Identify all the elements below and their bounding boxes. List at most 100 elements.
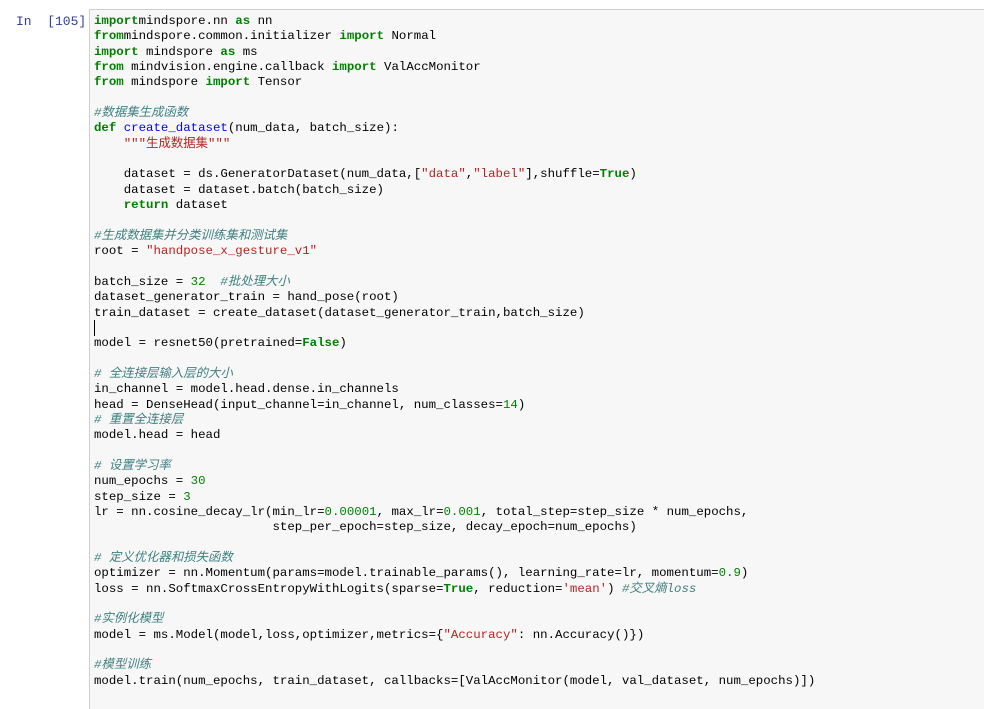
code-token: dataset_generator_train = hand_pose(root… — [94, 290, 399, 305]
code-token: Normal — [384, 29, 437, 44]
code-token: nn — [250, 14, 273, 28]
code-token: 14 — [502, 397, 518, 412]
code-token: # 定义优化器和损失函数 — [94, 551, 233, 566]
code-token: ) — [740, 566, 749, 581]
code-token: mindvision.engine.callback — [123, 60, 332, 75]
code-line: ​ — [94, 352, 815, 367]
code-line: """生成数据集""" — [94, 137, 815, 152]
code-editor[interactable]: importmindspore.nn as nn frommindspore.co… — [94, 14, 815, 689]
code-line: dataset = ds.GeneratorDataset(num_data,[… — [94, 167, 815, 182]
code-token: import — [94, 44, 139, 59]
code-token: # 设置学习率 — [94, 458, 171, 473]
code-token: import — [94, 14, 139, 28]
code-line: import mindspore as ms — [94, 45, 815, 60]
code-token: 'mean' — [562, 581, 608, 596]
code-token: model = resnet50(pretrained= — [94, 336, 303, 351]
code-token: mindspore — [123, 75, 206, 90]
code-line: dataset_generator_train = hand_pose(root… — [94, 290, 815, 305]
code-line: #生成数据集并分类训练集和测试集 — [94, 229, 815, 244]
code-token: model = ms.Model(model,loss,optimizer,me… — [94, 627, 444, 642]
code-token: 0.9 — [718, 566, 741, 581]
code-token: (num_data, batch_size): — [227, 121, 399, 136]
code-line: # 重置全连接层 — [94, 413, 815, 428]
code-token: ValAccMonitor — [376, 60, 481, 75]
code-token: mindspore — [138, 44, 221, 59]
code-line: train_dataset = create_dataset(dataset_g… — [94, 306, 815, 321]
code-token: ms — [235, 44, 258, 59]
code-line: ​ — [94, 213, 815, 228]
code-token: # 全连接层输入层的大小 — [94, 366, 233, 381]
code-token: optimizer = nn.Momentum(params=model.tra… — [94, 566, 719, 581]
code-line: #数据集生成函数 — [94, 106, 815, 121]
code-token: as — [235, 14, 251, 28]
code-token: : nn.Accuracy()}) — [517, 627, 645, 642]
code-token: "handpose_x_gesture_v1" — [146, 244, 318, 259]
code-token: False — [302, 336, 340, 351]
code-line: model = ms.Model(model,loss,optimizer,me… — [94, 628, 815, 643]
code-token: ],shuffle= — [525, 167, 600, 182]
code-line: dataset = dataset.batch(batch_size) — [94, 183, 815, 198]
code-line: batch_size = 32 #批处理大小 — [94, 275, 815, 290]
code-token: , reduction= — [473, 581, 563, 596]
code-line: ​ — [94, 643, 815, 658]
code-token: from — [94, 29, 124, 44]
code-token: True — [599, 167, 630, 182]
code-line: ​ — [94, 260, 815, 275]
code-line: ​ — [94, 597, 815, 612]
code-token: return — [123, 198, 169, 213]
code-token: , total_step=step_size * num_epochs, — [480, 505, 749, 519]
code-line: loss = nn.SoftmaxCrossEntropyWithLogits(… — [94, 582, 815, 597]
code-line: num_epochs = 30 — [94, 474, 815, 489]
code-line: # 定义优化器和损失函数 — [94, 551, 815, 566]
code-token: 0.00001 — [324, 505, 377, 519]
code-token: model.head = head — [94, 428, 221, 443]
code-token: def — [94, 121, 117, 136]
code-token: num_epochs = — [94, 474, 191, 489]
code-token: #批处理大小 — [220, 274, 290, 289]
code-token: root = — [94, 244, 147, 259]
code-line: #实例化模型 — [94, 612, 815, 627]
code-token: loss = nn.SoftmaxCrossEntropyWithLogits(… — [94, 581, 444, 596]
code-token: lr = nn.cosine_decay_lr(min_lr= — [94, 505, 325, 519]
code-token: #实例化模型 — [94, 612, 164, 627]
code-line: step_size = 3 — [94, 490, 815, 505]
code-token: head = DenseHead(input_channel=in_channe… — [94, 397, 503, 412]
code-line: from mindspore import Tensor — [94, 75, 815, 90]
code-line: # 设置学习率 — [94, 459, 815, 474]
code-token: 30 — [190, 474, 206, 489]
code-line: optimizer = nn.Momentum(params=model.tra… — [94, 566, 815, 581]
code-line: #模型训练 — [94, 658, 815, 673]
text-cursor — [94, 320, 95, 336]
code-token: from — [94, 60, 124, 75]
code-line: def create_dataset(num_data, batch_size)… — [94, 121, 815, 136]
code-token: ) — [517, 397, 526, 412]
code-token: import — [205, 75, 251, 90]
code-token: # 重置全连接层 — [94, 412, 184, 427]
code-token: #模型训练 — [94, 658, 151, 673]
code-token: ) — [607, 581, 622, 596]
code-token: step_per_epoch=step_size, decay_epoch=nu… — [94, 520, 637, 535]
code-token: step_size = — [94, 489, 184, 504]
code-line: model.train(num_epochs, train_dataset, c… — [94, 674, 815, 689]
code-token: "data" — [421, 167, 466, 182]
code-line: # 全连接层输入层的大小 — [94, 367, 815, 382]
code-token: dataset = dataset.batch(batch_size) — [94, 182, 384, 197]
code-line: importmindspore.nn as nn — [94, 14, 815, 29]
notebook-code-cell[interactable]: In [105]: importmindspore.nn as nn frommi… — [0, 0, 984, 709]
code-token: 32 — [190, 274, 206, 289]
code-token: ) — [629, 167, 637, 182]
code-line: root = "handpose_x_gesture_v1" — [94, 244, 815, 259]
code-token: train_dataset = create_dataset(dataset_g… — [94, 305, 585, 320]
code-line: frommindspore.common.initializer import … — [94, 29, 815, 44]
code-line: model.head = head — [94, 428, 815, 443]
code-token: mindspore.common.initializer — [123, 29, 340, 44]
code-token: #交叉熵loss — [621, 581, 697, 596]
code-token: ) — [339, 336, 347, 351]
code-line: ​ — [94, 321, 815, 336]
code-line: ​ — [94, 536, 815, 551]
code-token: in_channel = model.head.dense.in_channel… — [94, 382, 399, 397]
code-line: in_channel = model.head.dense.in_channel… — [94, 382, 815, 397]
code-line: return dataset — [94, 198, 815, 213]
code-token: 3 — [183, 489, 191, 504]
